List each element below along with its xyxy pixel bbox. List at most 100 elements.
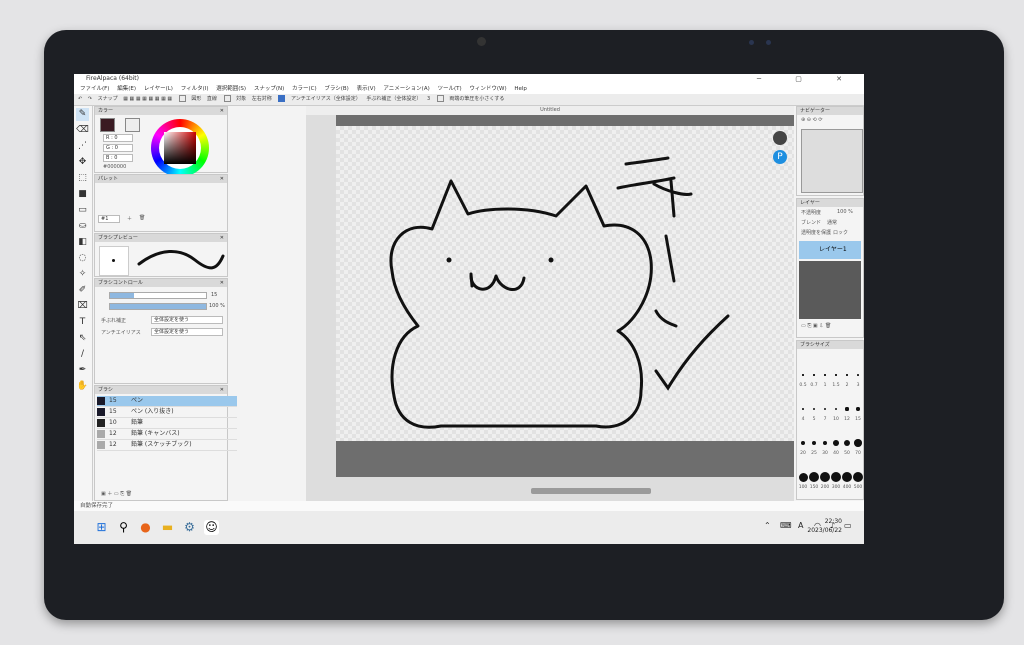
select-eraser-icon[interactable]: ⌧ [76,300,89,313]
menu-view[interactable]: 表示(V) [357,86,376,92]
horizontal-scrollbar[interactable] [531,488,651,494]
eyedropper-icon[interactable]: ✒ [76,364,89,377]
ime-indicator[interactable]: A [798,521,803,530]
file-explorer-icon[interactable]: ▬ [160,520,175,535]
brush-size-dot[interactable] [812,407,815,410]
menu-layer[interactable]: レイヤー(L) [144,86,173,92]
pen-tool-icon[interactable]: ✎ [76,108,89,121]
brush-size-dot[interactable] [822,440,828,446]
drawing-canvas[interactable] [336,126,794,441]
brush-size-dot[interactable] [811,440,817,446]
menu-help[interactable]: Help [514,86,527,92]
brush-size-dot[interactable] [842,472,852,482]
brush-size-dot[interactable] [843,439,851,447]
layer-blend-value[interactable]: 通常 [827,219,837,226]
panel-close-icon[interactable]: ✕ [220,386,224,394]
layer-actions-icons[interactable]: ▭ ⎘ ▣ ⇩ 🗑 [801,323,831,329]
gradient-tool-icon[interactable]: ◧ [76,236,89,249]
blur-tool-icon[interactable]: ∕ [76,348,89,361]
battery-icon[interactable]: ▭ [844,521,852,530]
blue-value-field[interactable]: B : 0 [103,154,133,162]
color-wheel[interactable] [151,119,209,177]
brush-size-dot[interactable] [834,407,838,411]
panel-close-icon[interactable]: ✕ [220,279,224,287]
move-tool-icon[interactable]: ✥ [76,156,89,169]
select-pen-icon[interactable]: ✐ [76,284,89,297]
shape-value[interactable]: 直線 [207,96,217,102]
dot-tool-icon[interactable]: ⋰ [76,140,89,153]
hand-tool-icon[interactable]: ✋ [76,380,89,393]
both-sides-checkbox[interactable] [436,95,444,102]
protect-alpha-checkbox[interactable]: 透明度を保護 [801,229,831,236]
brush-size-dot[interactable] [833,440,839,446]
menu-window[interactable]: ウィンドウ(W) [469,86,506,92]
text-tool-icon[interactable]: T [76,316,89,329]
firealpaca-taskbar-icon[interactable]: ☺ [204,520,219,535]
search-icon[interactable]: ⚲ [116,520,131,535]
lock-checkbox[interactable]: ロック [833,229,848,236]
red-value-field[interactable]: R : 0 [103,134,133,142]
brush-size-dot[interactable] [813,374,815,376]
tray-overflow-icon[interactable]: ⌃ [764,521,771,530]
transform-tool-icon[interactable]: ⬚ [76,172,89,185]
antialias-select[interactable]: 全体設定を使う [151,328,223,336]
settings-gear-icon[interactable]: ⚙ [182,520,197,535]
fill-color-icon[interactable]: ■ [76,188,89,201]
panel-close-icon[interactable]: ✕ [220,234,224,242]
snap-icons[interactable]: ▦ ▦ ▦ ▦ ▦ ▦ ▦ ▦ [123,96,172,102]
brush-list-item[interactable]: 15 ペン (入り抜き) [97,407,237,418]
green-value-field[interactable]: G : 0 [103,144,133,152]
brush-list-item[interactable]: 12 鉛筆 (キャンバス) [97,429,237,440]
brush-size-dot[interactable] [820,472,830,482]
eraser-tool-icon[interactable]: ⌫ [76,124,89,137]
color-saturation-square[interactable] [164,132,196,164]
target-value[interactable]: 左右対称 [252,96,272,102]
system-clock[interactable]: 22:30 2023/06/22 [807,517,842,535]
windows-start-icon[interactable]: ⊞ [94,520,109,535]
pixiv-icon[interactable]: P [773,150,787,164]
brush-size-dot[interactable] [809,472,819,482]
brush-size-slider[interactable] [109,292,207,299]
menu-edit[interactable]: 編集(E) [117,86,136,92]
brush-size-dot[interactable] [800,440,805,445]
keyboard-icon[interactable]: ⌨ [780,521,792,530]
target-checkbox[interactable] [223,95,231,102]
menu-tool[interactable]: ツール(T) [437,86,461,92]
brush-size-dot[interactable] [853,472,863,482]
menu-brush[interactable]: ブラシ(B) [324,86,348,92]
brush-opacity-slider[interactable] [109,303,207,310]
menu-selection[interactable]: 選択範囲(S) [216,86,246,92]
alpaca-avatar-icon[interactable] [773,131,787,145]
brush-size-dot[interactable] [854,439,862,447]
panel-close-icon[interactable]: ✕ [220,107,224,115]
antialias-checkbox[interactable] [278,95,286,102]
brush-folder-icon[interactable]: ▣ ＋ ▭ ⎘ 🗑 [101,490,132,497]
shape-checkbox[interactable] [178,95,186,102]
hex-value[interactable]: #000000 [103,164,126,170]
brush-size-dot[interactable] [823,407,827,411]
bucket-tool-icon[interactable]: ⛀ [76,220,89,233]
brush-size-dot[interactable] [802,408,804,410]
brush-size-dot[interactable] [846,374,848,376]
primary-color-swatch[interactable] [100,118,115,132]
brush-size-dot[interactable] [857,374,859,376]
undo-icon[interactable]: ↶ [78,96,82,102]
palette-add-icon[interactable]: ＋ [127,215,132,222]
palette-selector[interactable]: #1 [98,215,120,223]
brush-list-item[interactable]: 10 鉛筆 [97,418,237,429]
window-controls[interactable]: ─ ▢ ✕ [757,74,858,84]
redo-icon[interactable]: ↷ [88,96,92,102]
menu-snap[interactable]: スナップ(N) [254,86,284,92]
magic-wand-icon[interactable]: ✧ [76,268,89,281]
layer-opacity-value[interactable]: 100 % [837,209,853,215]
brush-size-dot[interactable] [856,407,860,411]
brush-size-dot[interactable] [845,407,849,411]
menu-file[interactable]: ファイル(F) [80,86,109,92]
palette-delete-icon[interactable]: 🗑 [139,215,145,221]
firefox-icon[interactable]: ● [138,520,153,535]
panel-close-icon[interactable]: ✕ [220,175,224,183]
operation-tool-icon[interactable]: ⇖ [76,332,89,345]
brush-size-dot[interactable] [802,374,804,376]
secondary-color-swatch[interactable] [125,118,140,132]
brush-size-dot[interactable] [824,374,826,376]
